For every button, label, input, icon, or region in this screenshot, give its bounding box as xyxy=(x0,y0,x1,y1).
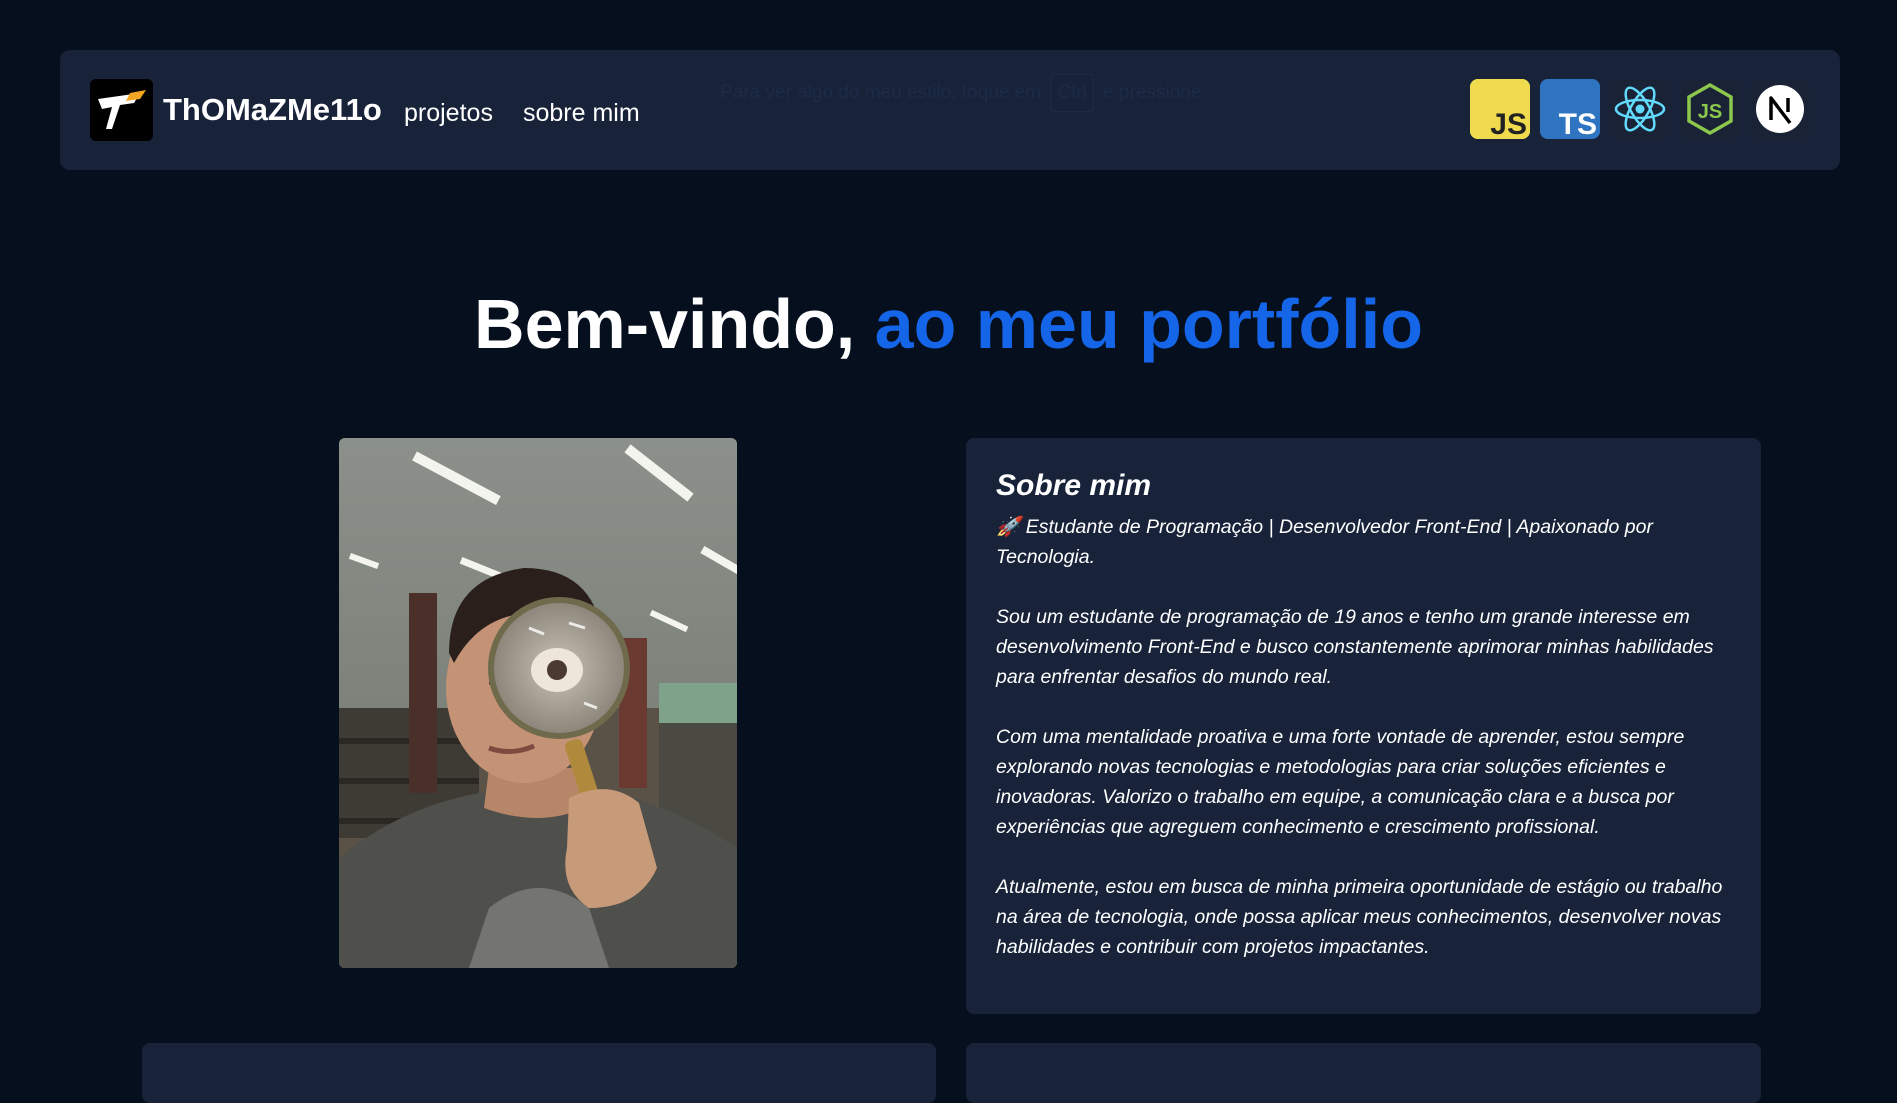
about-card: Sobre mim 🚀 Estudante de Programação | D… xyxy=(966,438,1761,1014)
about-paragraph-intro: 🚀 Estudante de Programação | Desenvolved… xyxy=(996,516,1653,568)
profile-photo xyxy=(339,438,737,968)
about-paragraph: Com uma mentalidade proativa e uma forte… xyxy=(996,726,1685,838)
typescript-icon: TS xyxy=(1540,79,1600,139)
nav-link-sobre-mim[interactable]: sobre mim xyxy=(523,98,640,128)
bottom-card-right xyxy=(966,1043,1761,1103)
hero-title-prefix: Bem-vindo, xyxy=(474,285,856,363)
hint-key: Ctrl xyxy=(1050,74,1094,112)
about-title: Sobre mim xyxy=(996,469,1152,502)
logo-icon[interactable] xyxy=(90,79,153,141)
nextjs-icon xyxy=(1750,79,1810,139)
hint-text-after: e pressione xyxy=(1103,82,1202,103)
nodejs-icon: JS xyxy=(1680,79,1740,139)
hint-text-before: Para ver algo do meu estilo, toque em xyxy=(720,82,1042,103)
javascript-icon: JS xyxy=(1470,79,1530,139)
nav-link-projetos[interactable]: projetos xyxy=(404,98,493,128)
hero-title: Bem-vindo, ao meu portfólio xyxy=(0,282,1897,366)
svg-text:TS: TS xyxy=(1559,108,1597,139)
about-paragraph: Sou um estudante de programação de 19 an… xyxy=(996,606,1714,688)
svg-text:JS: JS xyxy=(1698,101,1722,123)
hero-title-accent: ao meu portfólio xyxy=(874,285,1423,363)
brand-name[interactable]: ThOMaZMe11o xyxy=(163,92,382,128)
bottom-card-left xyxy=(142,1043,936,1103)
keyboard-hint: Para ver algo do meu estilo, toque em Ct… xyxy=(720,74,1201,112)
about-paragraph: Atualmente, estou em busca de minha prim… xyxy=(996,876,1723,958)
react-icon xyxy=(1610,79,1670,139)
svg-text:JS: JS xyxy=(1490,108,1527,139)
navbar: ThOMaZMe11o projetos sobre mim Para ver … xyxy=(60,50,1840,170)
